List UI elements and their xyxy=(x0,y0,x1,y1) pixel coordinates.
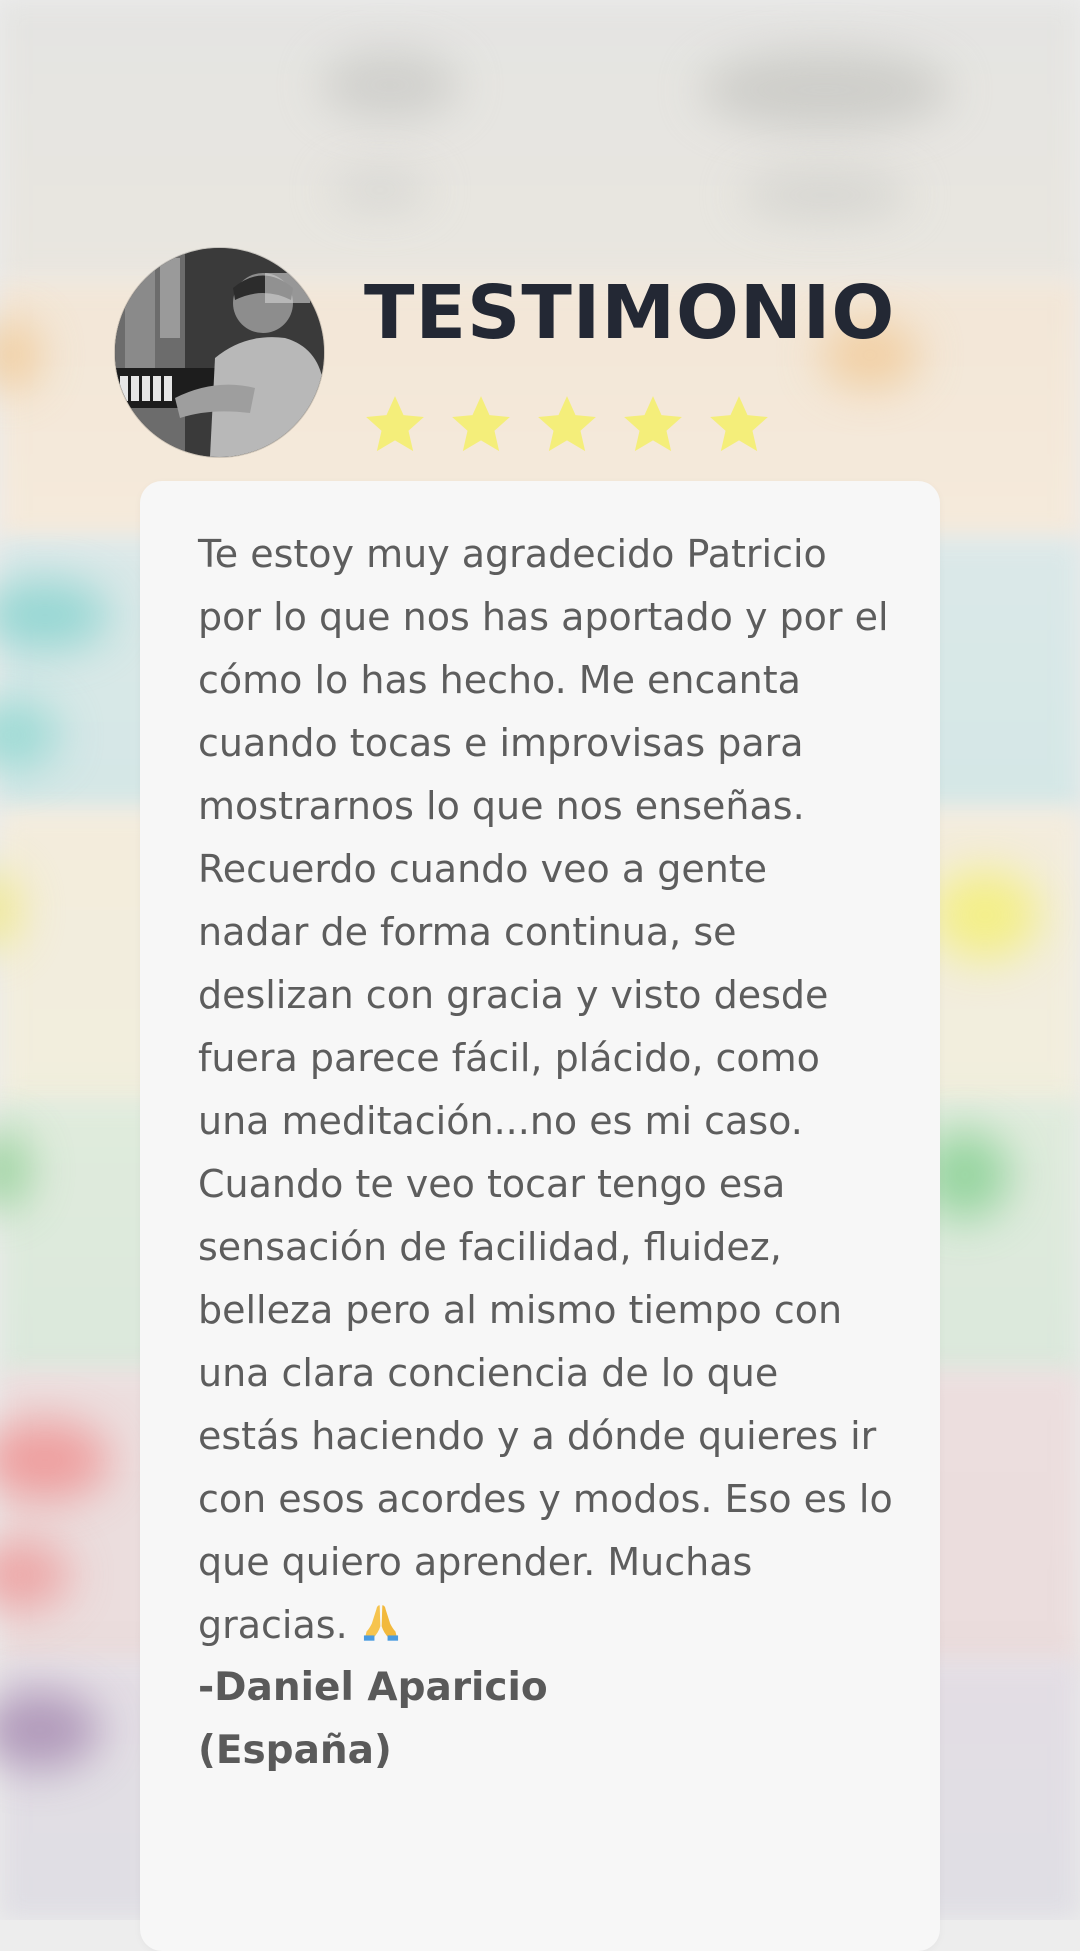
background-band xyxy=(0,0,1080,280)
quote-line: por lo que nos has aportado y por el xyxy=(198,595,889,639)
testimonial-quote: Te estoy muy agradecido Patricio por lo … xyxy=(198,523,918,1657)
star-icon xyxy=(452,396,510,452)
quote-line: deslizan con gracia y visto desde xyxy=(198,973,829,1017)
quote-line: cómo lo has hecho. Me encanta xyxy=(198,658,801,702)
background-blob xyxy=(700,50,950,130)
testimonial-card: Te estoy muy agradecido Patricio por lo … xyxy=(140,481,940,1951)
quote-line: estás haciendo y a dónde quieres ir xyxy=(198,1414,877,1458)
star-rating xyxy=(362,392,772,458)
quote-line: fuera parece fácil, plácido, como xyxy=(198,1036,820,1080)
star-icon xyxy=(710,396,768,452)
quote-line: que quiero aprender. Muchas xyxy=(198,1540,753,1584)
piano-player-photo xyxy=(115,248,324,457)
testimonial-country: (España) xyxy=(198,1728,392,1773)
quote-line: Cuando te veo tocar tengo esa xyxy=(198,1162,786,1206)
background-blob xyxy=(740,170,910,220)
testimonial-author: -Daniel Aparicio xyxy=(198,1665,548,1710)
background-blob xyxy=(320,50,460,120)
background-blob xyxy=(330,170,430,210)
star-icon xyxy=(538,396,596,452)
star-icon xyxy=(366,396,424,452)
quote-line: nadar de forma continua, se xyxy=(198,910,737,954)
quote-line: sensación de facilidad, fluidez, xyxy=(198,1225,782,1269)
quote-line: Te estoy muy agradecido Patricio xyxy=(198,532,827,576)
avatar xyxy=(115,248,324,457)
quote-line: Recuerdo cuando veo a gente xyxy=(198,847,768,891)
praying-hands-icon xyxy=(363,1605,398,1641)
star-icon xyxy=(624,396,682,452)
quote-line: gracias. xyxy=(198,1603,348,1647)
quote-line: mostrarnos lo que nos enseñas. xyxy=(198,784,805,828)
quote-line: una meditación...no es mi caso. xyxy=(198,1099,803,1143)
background-blob xyxy=(930,870,1040,960)
quote-line: cuando tocas e improvisas para xyxy=(198,721,804,765)
quote-line: belleza pero al mismo tiempo con xyxy=(198,1288,843,1332)
quote-line: con esos acordes y modos. Eso es lo xyxy=(198,1477,893,1521)
quote-line: una clara conciencia de lo que xyxy=(198,1351,779,1395)
page-title: TESTIMONIO xyxy=(364,270,896,356)
